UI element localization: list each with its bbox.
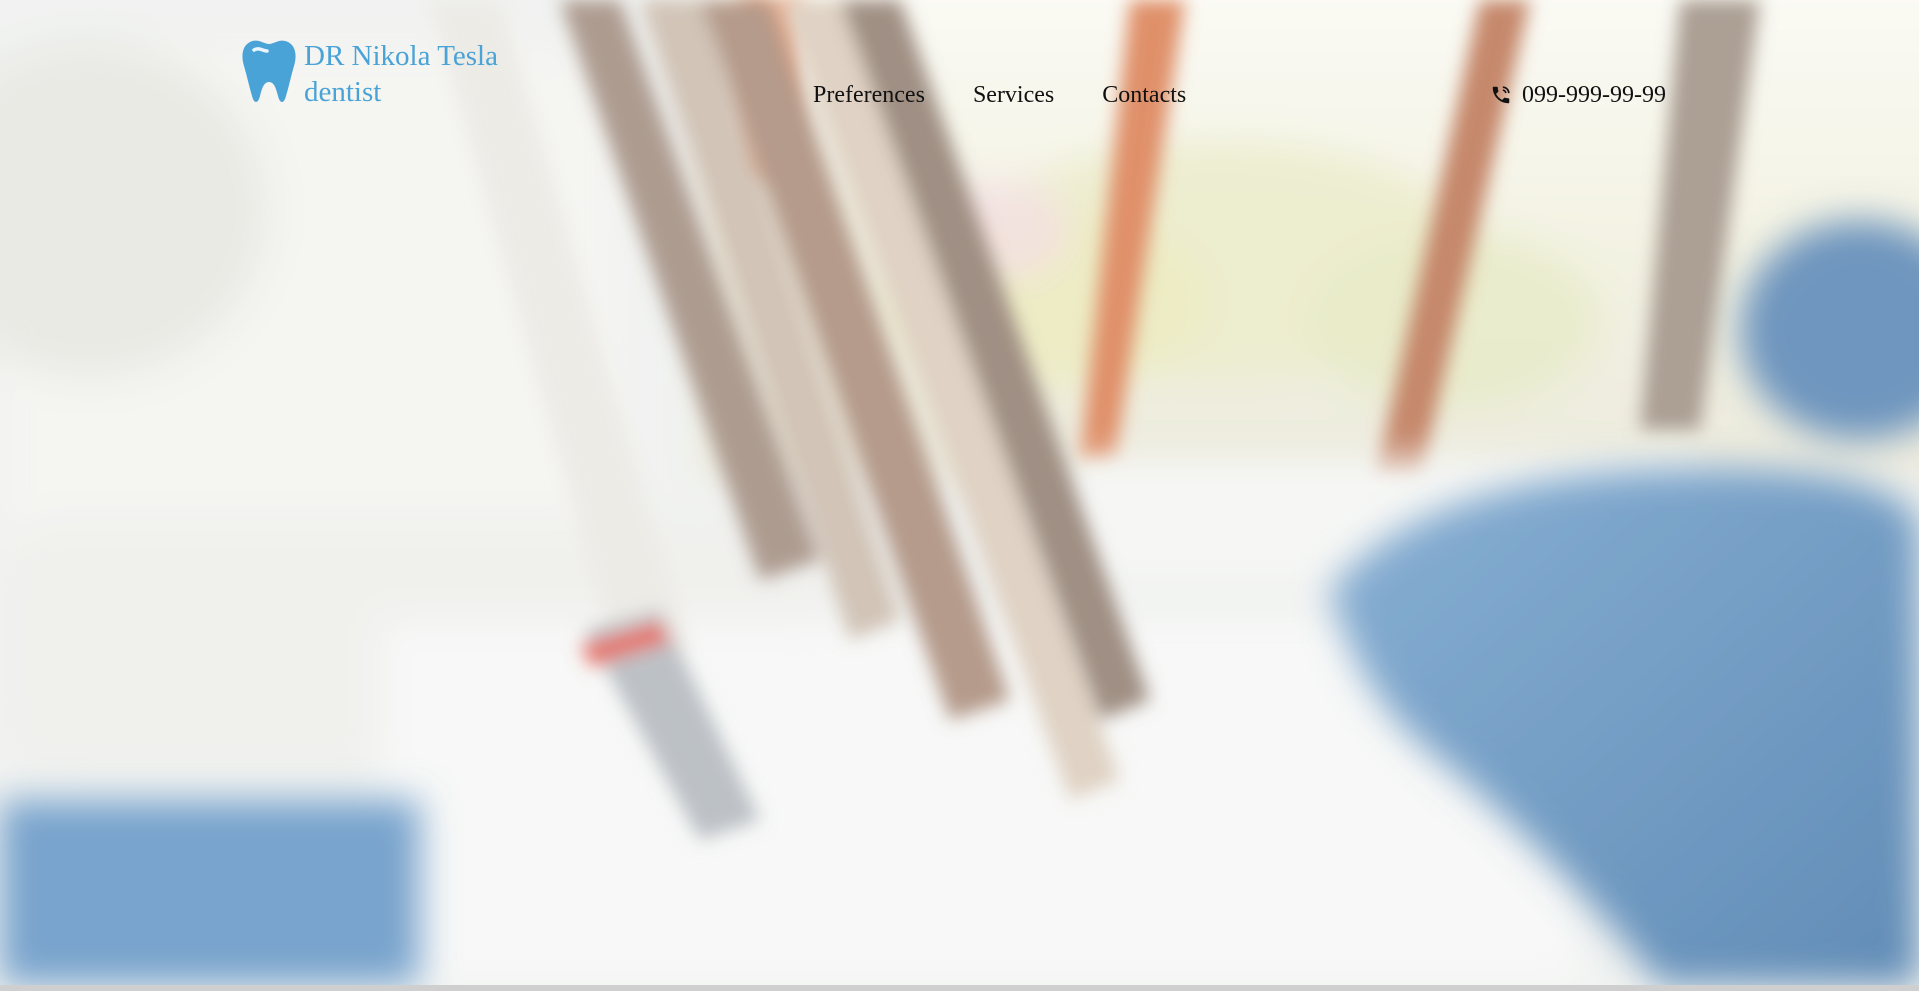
phone-icon: [1492, 86, 1510, 104]
phone-contact[interactable]: 099-999-99-99: [1490, 80, 1666, 110]
tooth-icon: [242, 40, 296, 102]
hero-section: DR Nikola Tesla dentist Preferences Serv…: [0, 0, 1919, 985]
nav-item-services[interactable]: Services: [973, 80, 1054, 110]
site-header: DR Nikola Tesla dentist Preferences Serv…: [0, 0, 1919, 130]
brand-logo[interactable]: DR Nikola Tesla dentist: [240, 38, 498, 110]
brand-name-line1: DR Nikola Tesla: [304, 40, 498, 72]
page-bottom-edge: [0, 985, 1919, 991]
brand-name: DR Nikola Tesla dentist: [304, 38, 498, 110]
nav-item-preferences[interactable]: Preferences: [813, 80, 925, 110]
main-nav: Preferences Services Contacts: [813, 80, 1186, 110]
brand-name-line2: dentist: [304, 76, 382, 108]
phone-number: 099-999-99-99: [1522, 82, 1666, 108]
hero-background-image: [0, 0, 1919, 985]
nav-item-contacts[interactable]: Contacts: [1102, 80, 1186, 110]
